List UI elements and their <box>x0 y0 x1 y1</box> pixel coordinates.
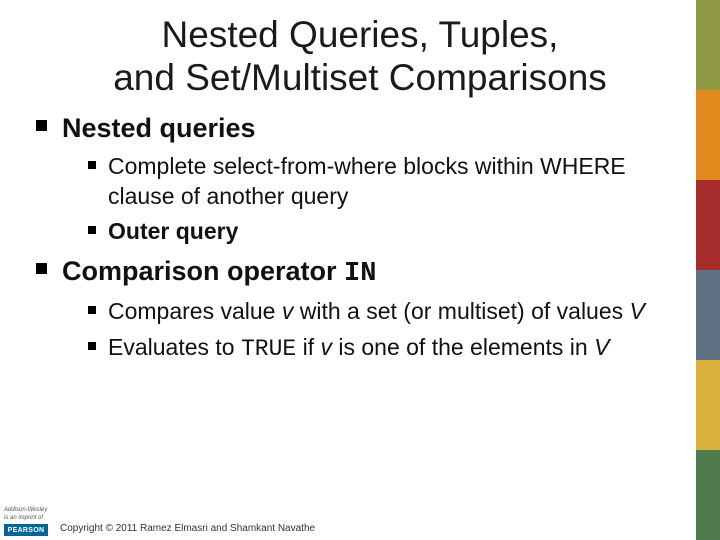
subbullet-text: Complete select-from-where blocks within… <box>108 153 626 208</box>
bullet-comparison-in: Comparison operator IN Compares value v … <box>36 256 690 364</box>
subbullet-text: Compares value v with a set (or multiset… <box>108 298 645 324</box>
slide-content: Nested queries Complete select-from-wher… <box>0 113 720 364</box>
bullet-nested-queries: Nested queries Complete select-from-wher… <box>36 113 690 246</box>
slide: Nested Queries, Tuples, and Set/Multiset… <box>0 0 720 540</box>
subbullet-outer-query: Outer query <box>88 217 690 246</box>
square-bullet-icon <box>36 263 47 274</box>
pearson-logo: PEARSON <box>4 524 48 536</box>
subbullet-evaluates-true: Evaluates to TRUE if v is one of the ele… <box>88 333 690 364</box>
bullet-label: Nested queries <box>62 113 256 143</box>
subbullet-text: Outer query <box>108 218 238 244</box>
square-bullet-icon <box>88 226 96 234</box>
var-v: v <box>320 334 332 360</box>
publisher-brand: Addison-Wesley is an imprint of PEARSON <box>4 507 54 536</box>
square-bullet-icon <box>36 120 47 131</box>
var-big-v: V <box>630 298 645 324</box>
code-in: IN <box>344 259 376 289</box>
square-bullet-icon <box>88 161 96 169</box>
slide-title: Nested Queries, Tuples, and Set/Multiset… <box>0 14 720 113</box>
subbullet-compares-v: Compares value v with a set (or multiset… <box>88 297 690 326</box>
copyright-text: Copyright © 2011 Ramez Elmasri and Shamk… <box>60 523 315 534</box>
decorative-stripe <box>696 0 720 540</box>
square-bullet-icon <box>88 306 96 314</box>
square-bullet-icon <box>88 342 96 350</box>
brand-line-2: is an imprint of <box>4 515 54 522</box>
brand-line-1: Addison-Wesley <box>4 507 54 514</box>
title-line-1: Nested Queries, Tuples, <box>162 14 559 55</box>
code-true: TRUE <box>241 336 296 362</box>
title-line-2: and Set/Multiset Comparisons <box>113 57 607 98</box>
bullet-label: Comparison operator IN <box>62 256 376 286</box>
var-v: v <box>282 298 294 324</box>
subbullet-complete-sfw: Complete select-from-where blocks within… <box>88 152 690 211</box>
slide-footer: Addison-Wesley is an imprint of PEARSON … <box>0 500 720 540</box>
var-big-v: V <box>594 334 609 360</box>
subbullet-text: Evaluates to TRUE if v is one of the ele… <box>108 334 609 360</box>
